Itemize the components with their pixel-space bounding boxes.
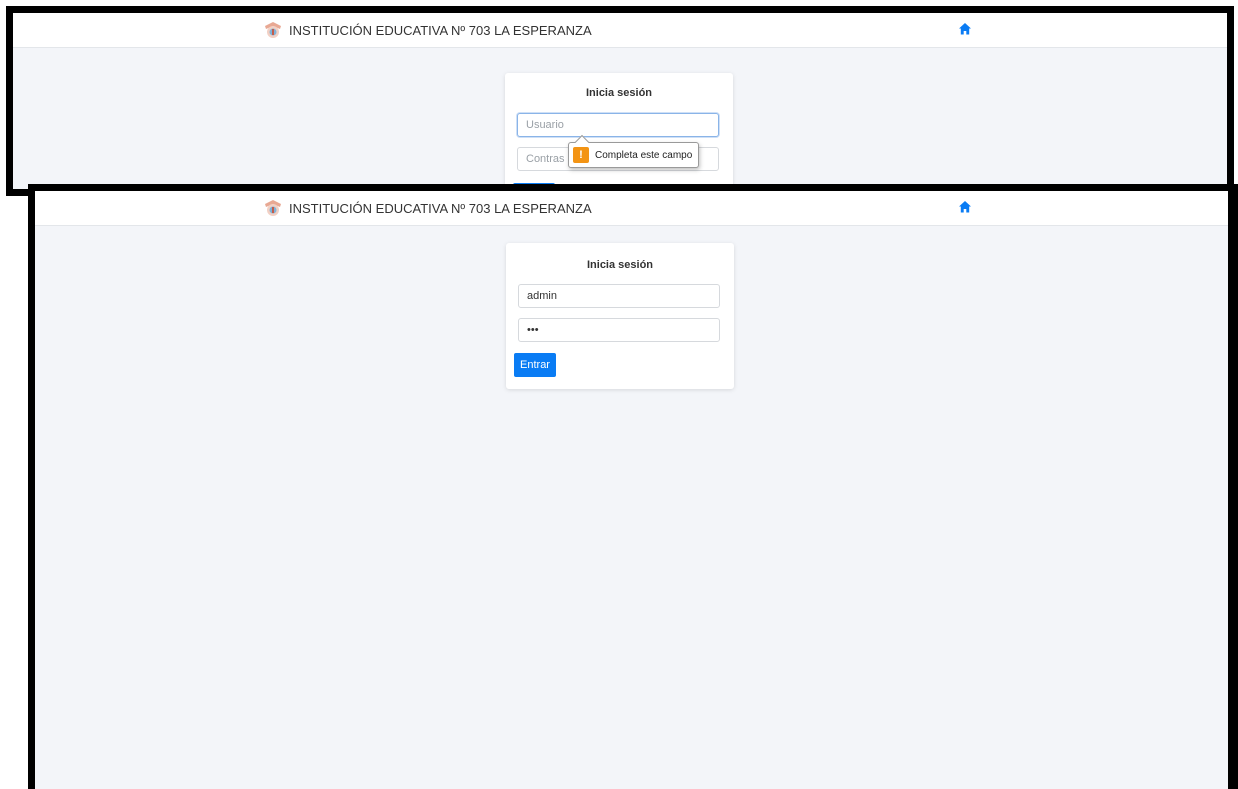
navbar: INSTITUCIÓN EDUCATIVA Nº 703 LA ESPERANZ…: [35, 191, 1228, 226]
username-input[interactable]: Usuario: [517, 113, 719, 137]
school-crest-icon: [265, 22, 281, 38]
submit-button[interactable]: Entrar: [514, 353, 556, 377]
brand-title: INSTITUCIÓN EDUCATIVA Nº 703 LA ESPERANZ…: [289, 200, 592, 216]
username-input[interactable]: admin: [518, 284, 720, 308]
login-title: Inicia sesión: [585, 87, 653, 99]
screenshot-filled-state: INSTITUCIÓN EDUCATIVA Nº 703 LA ESPERANZ…: [28, 184, 1238, 789]
brand[interactable]: INSTITUCIÓN EDUCATIVA Nº 703 LA ESPERANZ…: [263, 13, 592, 47]
warning-icon: !: [573, 147, 589, 163]
brand-title: INSTITUCIÓN EDUCATIVA Nº 703 LA ESPERANZ…: [289, 22, 592, 38]
login-card: Inicia sesión Usuario Contras: [505, 73, 733, 189]
screenshot-validation-state: INSTITUCIÓN EDUCATIVA Nº 703 LA ESPERANZ…: [6, 6, 1234, 196]
navbar: INSTITUCIÓN EDUCATIVA Nº 703 LA ESPERANZ…: [13, 13, 1227, 48]
home-icon[interactable]: [958, 22, 972, 36]
home-icon[interactable]: [958, 200, 972, 214]
login-card: Inicia sesión admin ••• Entrar: [506, 243, 734, 389]
brand[interactable]: INSTITUCIÓN EDUCATIVA Nº 703 LA ESPERANZ…: [263, 191, 592, 225]
password-input[interactable]: •••: [518, 318, 720, 342]
login-title: Inicia sesión: [586, 259, 654, 271]
school-crest-icon: [265, 200, 281, 216]
validation-tooltip: ! Completa este campo: [568, 142, 700, 168]
tooltip-text: Completa este campo: [595, 149, 693, 161]
